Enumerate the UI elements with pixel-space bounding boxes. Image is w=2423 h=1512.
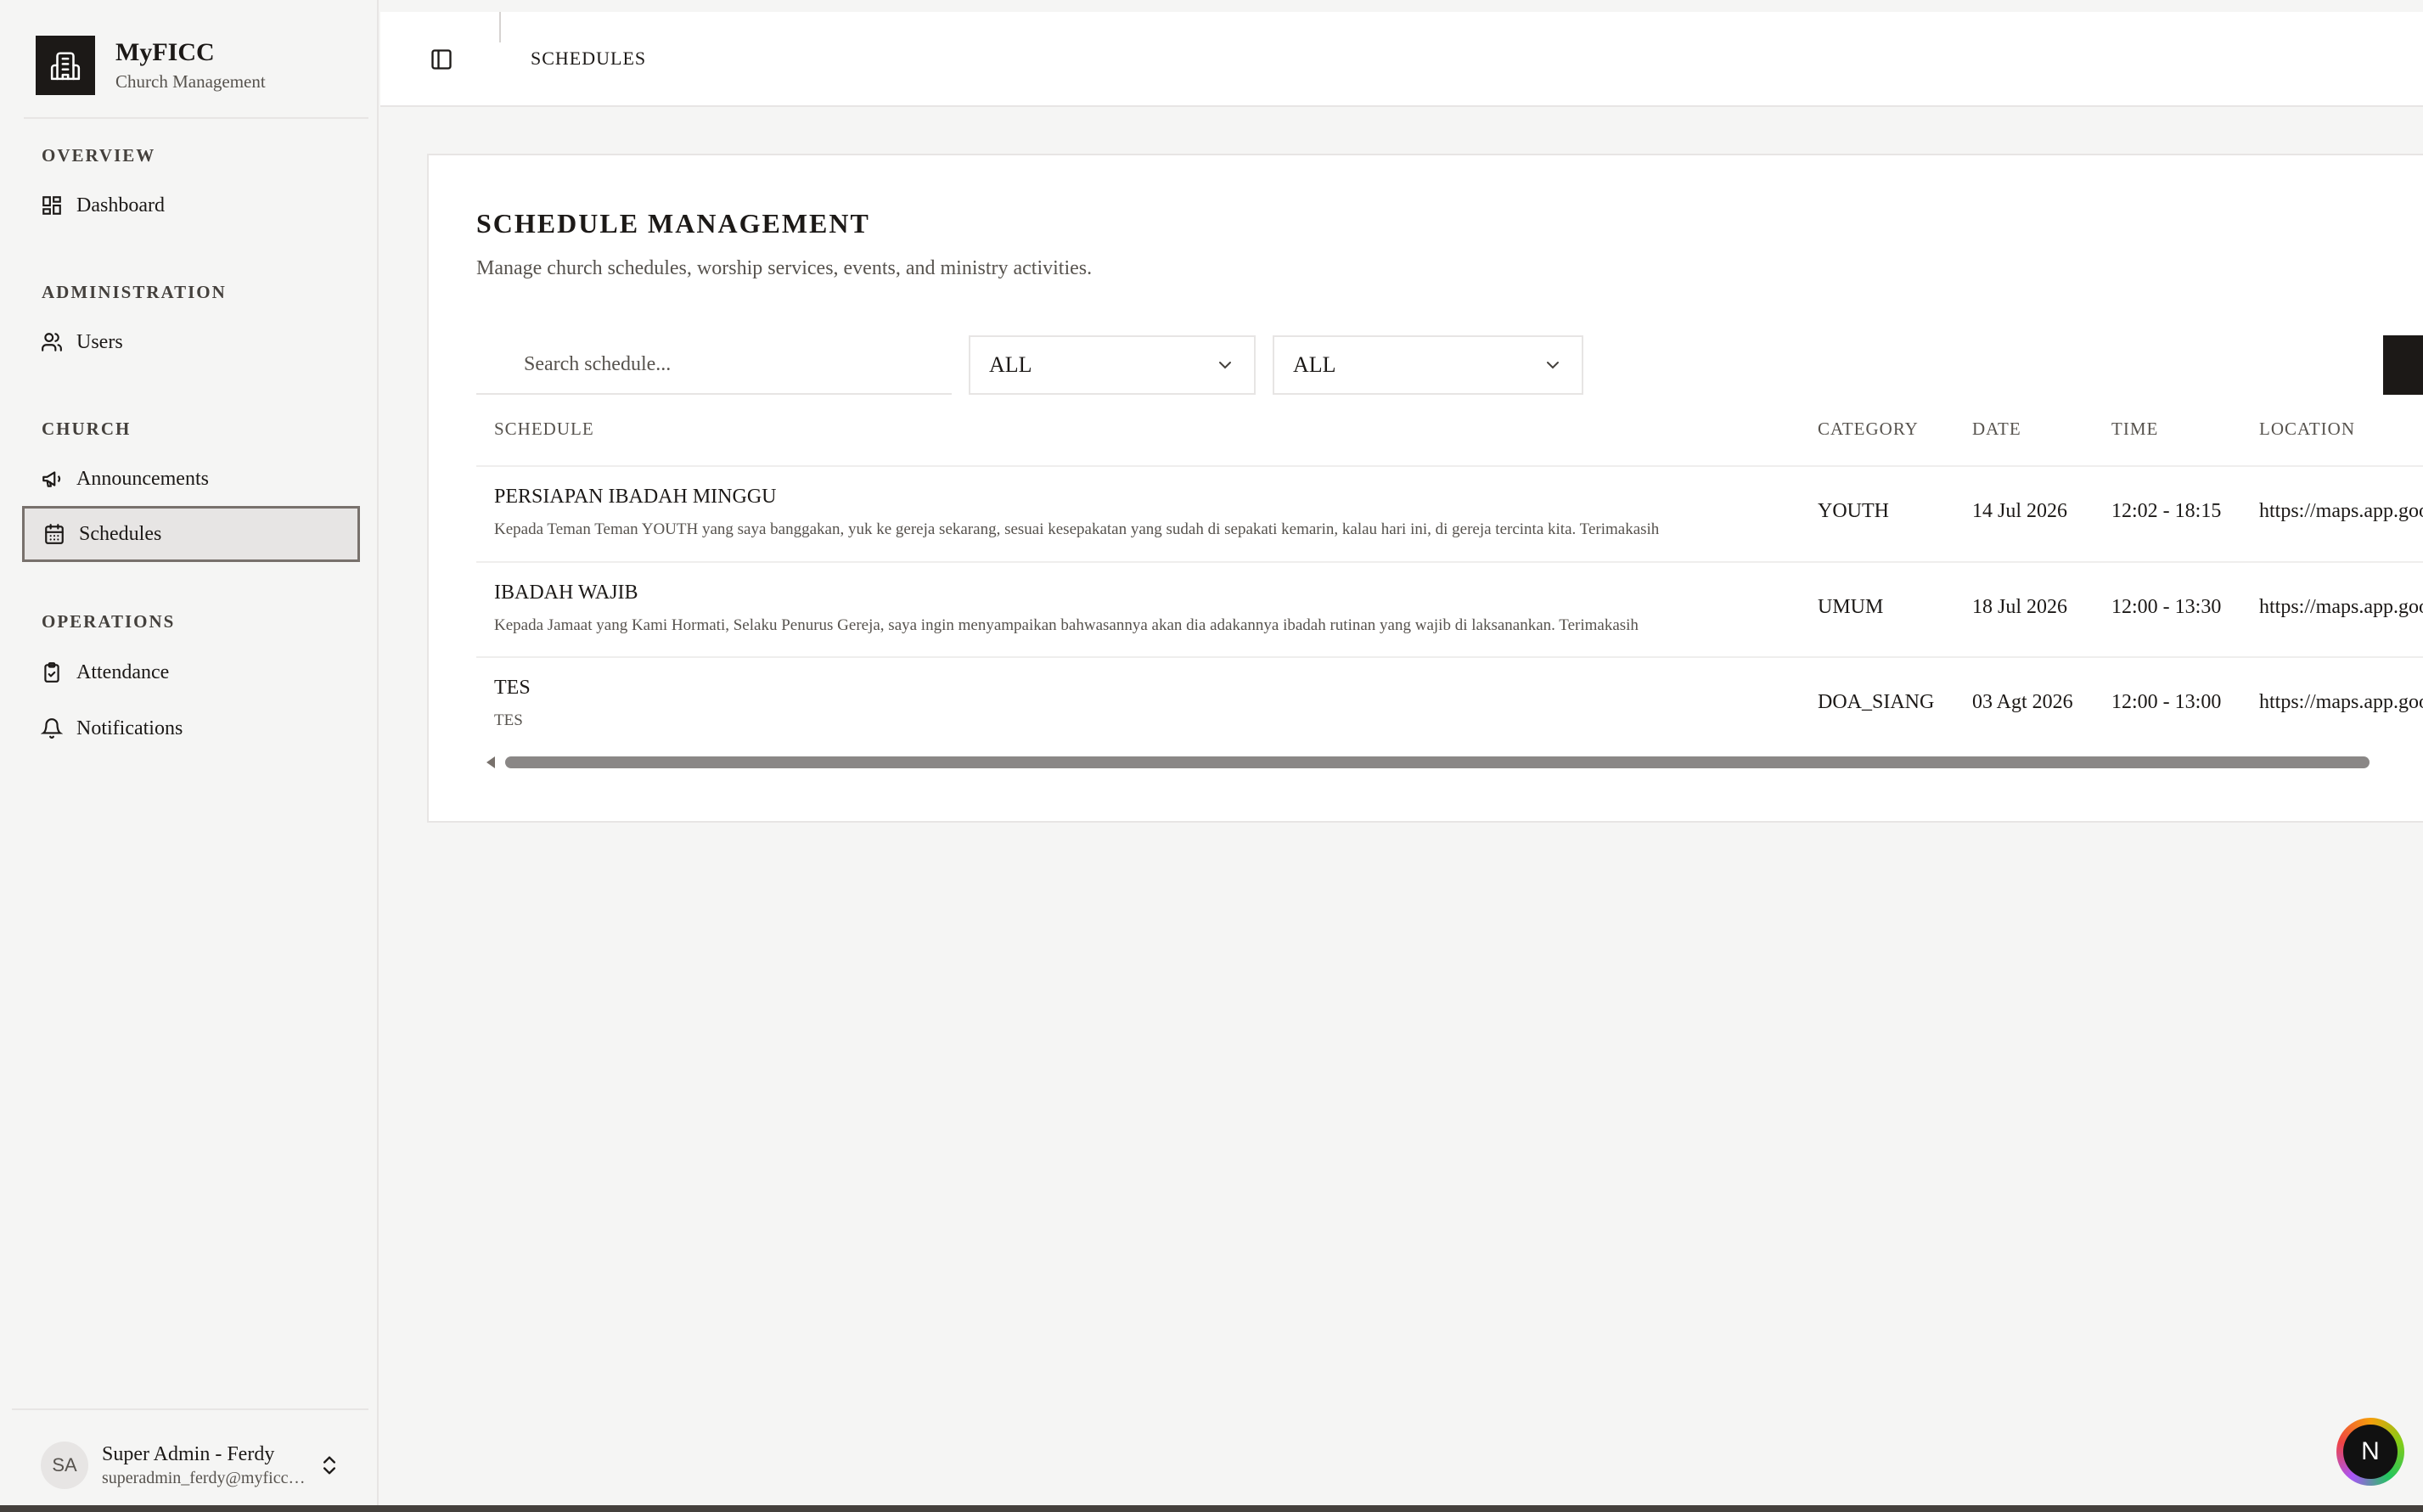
scrollbar-thumb[interactable] xyxy=(505,756,2370,768)
schedule-date: 18 Jul 2026 xyxy=(1972,596,2068,618)
schedule-date: 03 Agt 2026 xyxy=(1972,691,2073,713)
schedule-category: UMUM xyxy=(1818,596,1884,618)
status-filter-select[interactable]: ALL xyxy=(1273,335,1583,395)
status-filter-value: ALL xyxy=(1293,352,1336,377)
window-bottom-edge xyxy=(0,1505,2423,1512)
schedule-date: 14 Jul 2026 xyxy=(1972,500,2068,522)
schedule-card: SCHEDULE MANAGEMENT Manage church schedu… xyxy=(427,154,2423,823)
category-filter-value: ALL xyxy=(989,352,1032,377)
sidebar-item-label: Schedules xyxy=(79,522,162,545)
user-name: Super Admin - Ferdy xyxy=(102,1443,275,1465)
sidebar-item-announcements[interactable]: Announcements xyxy=(22,451,360,507)
schedule-title: IBADAH WAJIB xyxy=(494,582,638,604)
breadcrumb: SCHEDULES xyxy=(531,48,647,69)
sidebar-item-notifications[interactable]: Notifications xyxy=(22,700,360,756)
schedule-location-link[interactable]: https://maps.app.goo.gl xyxy=(2259,596,2423,619)
sidebar-item-users[interactable]: Users xyxy=(22,314,360,370)
schedule-title: TES xyxy=(494,677,531,699)
table-divider xyxy=(476,656,2423,658)
clipboard-check-icon xyxy=(41,661,63,683)
add-schedule-button[interactable] xyxy=(2383,335,2423,395)
avatar: SA xyxy=(41,1442,88,1489)
schedule-category: DOA_SIANG xyxy=(1818,691,1935,713)
schedule-location-link[interactable]: https://maps.app.goo.gl xyxy=(2259,500,2423,523)
schedule-time: 12:00 - 13:30 xyxy=(2111,596,2222,618)
scroll-left-arrow-icon[interactable] xyxy=(486,756,495,768)
sidebar-toggle-icon[interactable] xyxy=(430,48,453,71)
divider xyxy=(24,117,368,119)
user-email: superadmin_ferdy@myficc.com xyxy=(102,1469,306,1487)
page-title: SCHEDULE MANAGEMENT xyxy=(476,208,870,239)
calendar-icon xyxy=(43,523,65,545)
users-icon xyxy=(41,331,63,353)
column-header-time: TIME xyxy=(2111,419,2159,439)
brand-subtitle: Church Management xyxy=(115,71,266,92)
column-header-date: DATE xyxy=(1972,419,2021,439)
schedule-time: 12:02 - 18:15 xyxy=(2111,500,2222,522)
schedule-description: Kepada Jamaat yang Kami Hormati, Selaku … xyxy=(494,616,1639,634)
header-separator xyxy=(499,12,501,42)
column-header-schedule: SCHEDULE xyxy=(494,419,594,439)
megaphone-icon xyxy=(41,468,63,490)
schedule-title: PERSIAPAN IBADAH MINGGU xyxy=(494,486,777,508)
search-box xyxy=(476,335,952,395)
page-description: Manage church schedules, worship service… xyxy=(476,257,1093,279)
schedule-description: Kepada Teman Teman YOUTH yang saya bangg… xyxy=(494,520,1660,538)
sidebar-item-label: Dashboard xyxy=(76,194,165,216)
user-menu[interactable]: SA Super Admin - Ferdy superadmin_ferdy@… xyxy=(41,1440,346,1491)
nav-group-administration: ADMINISTRATION xyxy=(42,282,227,302)
chevrons-up-down-icon[interactable] xyxy=(318,1453,341,1477)
sidebar-item-attendance[interactable]: Attendance xyxy=(22,644,360,700)
sidebar-item-dashboard[interactable]: Dashboard xyxy=(22,177,360,233)
sidebar-item-schedules[interactable]: Schedules xyxy=(22,506,360,562)
chevron-down-icon xyxy=(1547,362,1559,369)
assistant-n-icon: N xyxy=(2343,1425,2398,1479)
sidebar: MyFICC Church Management OVERVIEW Dashbo… xyxy=(0,0,379,1512)
chevron-down-icon xyxy=(1219,362,1231,369)
sidebar-item-label: Attendance xyxy=(76,660,170,683)
bell-icon xyxy=(41,717,63,739)
nav-group-overview: OVERVIEW xyxy=(42,145,156,166)
schedule-time: 12:00 - 13:00 xyxy=(2111,691,2222,713)
table-divider xyxy=(476,561,2423,563)
horizontal-scrollbar[interactable] xyxy=(476,754,2423,771)
church-logo-icon xyxy=(36,36,95,95)
top-header: SCHEDULES xyxy=(380,12,2423,107)
nav-group-church: CHURCH xyxy=(42,419,132,439)
brand-name: MyFICC xyxy=(115,38,215,66)
sidebar-item-label: Notifications xyxy=(76,717,183,739)
schedule-description: TES xyxy=(494,711,523,729)
dashboard-icon xyxy=(41,194,63,216)
column-header-category: CATEGORY xyxy=(1818,419,1919,439)
category-filter-select[interactable]: ALL xyxy=(969,335,1256,395)
floating-assistant-button[interactable]: N xyxy=(2336,1418,2404,1486)
column-header-location: LOCATION xyxy=(2259,419,2355,439)
search-input[interactable] xyxy=(524,352,931,376)
sidebar-item-label: Announcements xyxy=(76,467,209,490)
divider xyxy=(12,1408,368,1410)
schedule-location-link[interactable]: https://maps.app.goo.gl xyxy=(2259,691,2423,714)
schedule-category: YOUTH xyxy=(1818,500,1889,522)
table-divider xyxy=(476,465,2423,467)
brand[interactable]: MyFICC Church Management xyxy=(36,36,266,95)
nav-group-operations: OPERATIONS xyxy=(42,611,176,632)
sidebar-item-label: Users xyxy=(76,330,123,353)
